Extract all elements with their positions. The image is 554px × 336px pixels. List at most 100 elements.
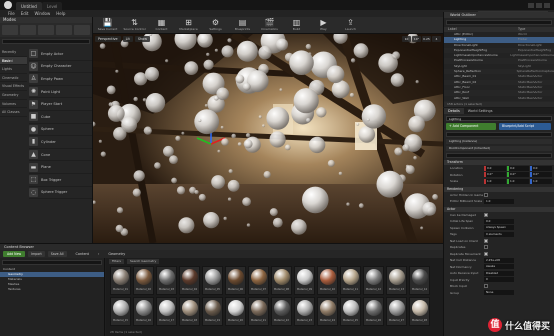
scene-sphere[interactable] bbox=[420, 226, 424, 230]
scene-sphere[interactable] bbox=[203, 212, 220, 229]
asset-tile[interactable]: Material_19 bbox=[202, 297, 223, 326]
scene-sphere[interactable] bbox=[366, 118, 370, 122]
scene-sphere[interactable] bbox=[145, 67, 159, 81]
vector-y-input[interactable]: 0.0° bbox=[507, 172, 529, 178]
scene-sphere[interactable] bbox=[413, 156, 417, 160]
toolbar-button[interactable]: ▥ Build bbox=[284, 17, 309, 33]
toolbar-button[interactable]: ⊞ Marketplace bbox=[176, 17, 201, 33]
asset-tile[interactable]: Material_06 bbox=[225, 266, 246, 295]
menu-window[interactable]: Window bbox=[34, 11, 50, 16]
scene-sphere[interactable] bbox=[291, 219, 307, 235]
scene-sphere[interactable] bbox=[405, 165, 415, 175]
asset-tile[interactable]: Material_14 bbox=[409, 266, 430, 295]
scene-sphere[interactable] bbox=[358, 126, 376, 143]
scene-sphere[interactable] bbox=[356, 122, 360, 126]
tab-details[interactable]: Details bbox=[444, 108, 464, 114]
folder-search-input[interactable] bbox=[2, 260, 102, 265]
level-viewport[interactable]: Perspective Lit Show 10 10° 0.25 4 bbox=[93, 34, 443, 243]
scene-sphere[interactable] bbox=[198, 193, 206, 201]
scene-sphere[interactable] bbox=[171, 177, 177, 184]
asset-tile[interactable]: Material_11 bbox=[340, 266, 361, 295]
toolbar-button[interactable]: 💾 Save Current bbox=[95, 17, 120, 33]
asset-tile[interactable]: Material_28 bbox=[409, 297, 430, 326]
scene-sphere[interactable] bbox=[169, 155, 178, 164]
scene-sphere[interactable] bbox=[175, 135, 181, 141]
asset-tile[interactable]: Material_21 bbox=[248, 297, 269, 326]
scene-sphere[interactable] bbox=[258, 45, 272, 60]
toolbar-button[interactable]: ⚙ Settings bbox=[203, 17, 228, 33]
property-checkbox[interactable] bbox=[484, 245, 488, 250]
scene-sphere[interactable] bbox=[392, 51, 400, 60]
scene-sphere[interactable] bbox=[279, 88, 283, 92]
menu-file[interactable]: File bbox=[8, 11, 15, 16]
scene-sphere[interactable] bbox=[108, 102, 113, 107]
actor-name-field[interactable]: Lighting bbox=[446, 116, 552, 121]
scene-sphere[interactable] bbox=[302, 186, 329, 214]
scene-sphere[interactable] bbox=[227, 179, 240, 192]
property-checkbox[interactable] bbox=[484, 284, 488, 289]
menu-edit[interactable]: Edit bbox=[21, 11, 29, 16]
scene-sphere[interactable] bbox=[194, 190, 199, 195]
scene-sphere[interactable] bbox=[376, 170, 404, 198]
modes-search-input[interactable] bbox=[2, 39, 90, 44]
scene-sphere[interactable] bbox=[154, 162, 161, 169]
scene-sphere[interactable] bbox=[245, 133, 251, 138]
scene-sphere[interactable] bbox=[326, 65, 345, 84]
scene-sphere[interactable] bbox=[349, 92, 355, 98]
scene-sphere[interactable] bbox=[432, 194, 438, 200]
vector-x-input[interactable]: 1.0 bbox=[484, 178, 506, 184]
scene-sphere[interactable] bbox=[408, 115, 425, 133]
scene-sphere[interactable] bbox=[242, 82, 251, 91]
place-mode-icon[interactable] bbox=[2, 25, 18, 35]
place-item[interactable]: ⬚ Box Trigger bbox=[29, 174, 92, 187]
asset-tile[interactable]: Material_09 bbox=[294, 266, 315, 295]
scene-sphere[interactable] bbox=[216, 87, 229, 101]
filters-button[interactable]: Filters bbox=[109, 258, 124, 264]
scene-sphere[interactable] bbox=[132, 188, 141, 197]
property-value-input[interactable]: Always Spawn bbox=[484, 225, 514, 231]
breadcrumb-leaf[interactable]: Geometry bbox=[108, 252, 125, 256]
asset-tile[interactable]: Material_13 bbox=[386, 266, 407, 295]
scene-sphere[interactable] bbox=[361, 104, 387, 129]
scene-sphere[interactable] bbox=[266, 106, 290, 130]
toolbar-button[interactable]: ▦ Content bbox=[149, 17, 174, 33]
asset-tile[interactable]: Material_23 bbox=[294, 297, 315, 326]
asset-tile[interactable]: Material_15 bbox=[110, 297, 131, 326]
menu-help[interactable]: Help bbox=[56, 11, 65, 16]
scene-sphere[interactable] bbox=[415, 80, 419, 84]
category-visual-effects[interactable]: Visual Effects bbox=[0, 82, 27, 91]
scene-sphere[interactable] bbox=[100, 151, 106, 157]
scene-sphere[interactable] bbox=[99, 43, 106, 49]
scene-sphere[interactable] bbox=[276, 38, 289, 51]
tab-secondary[interactable]: Level bbox=[41, 2, 63, 10]
asset-search-input[interactable]: Search Geometry bbox=[127, 258, 160, 264]
property-value-input[interactable]: 0.0 bbox=[484, 218, 514, 224]
scene-sphere[interactable] bbox=[237, 142, 242, 146]
toolbar-button[interactable]: ▤ Blueprints bbox=[230, 17, 255, 33]
scene-sphere[interactable] bbox=[338, 171, 343, 176]
asset-tile[interactable]: Material_12 bbox=[363, 266, 384, 295]
scene-sphere[interactable] bbox=[293, 88, 319, 114]
scale-snap-button[interactable]: 0.25 bbox=[422, 36, 431, 42]
landscape-mode-icon[interactable] bbox=[38, 25, 54, 35]
scene-sphere[interactable] bbox=[243, 139, 253, 149]
rotation-snap-button[interactable]: 10° bbox=[412, 36, 421, 42]
scene-sphere[interactable] bbox=[115, 69, 119, 73]
scene-sphere[interactable] bbox=[163, 145, 174, 157]
asset-tile[interactable]: Material_07 bbox=[248, 266, 269, 295]
scene-sphere[interactable] bbox=[115, 224, 124, 233]
camera-speed-button[interactable]: 4 bbox=[432, 36, 441, 42]
scene-sphere[interactable] bbox=[211, 175, 225, 189]
asset-tile[interactable]: Material_25 bbox=[340, 297, 361, 326]
toolbar-button[interactable]: 🎬 Cinematics bbox=[257, 17, 282, 33]
scene-sphere[interactable] bbox=[194, 109, 220, 135]
perspective-button[interactable]: Perspective bbox=[95, 36, 121, 42]
scene-sphere[interactable] bbox=[306, 118, 311, 123]
asset-tile[interactable]: Material_16 bbox=[133, 297, 154, 326]
folder-row[interactable]: Textures bbox=[0, 287, 104, 292]
scene-sphere[interactable] bbox=[269, 208, 278, 217]
scene-sphere[interactable] bbox=[269, 131, 286, 148]
save-all-button[interactable]: Save All bbox=[47, 251, 67, 257]
scene-sphere[interactable] bbox=[284, 144, 291, 151]
scene-sphere[interactable] bbox=[133, 170, 145, 182]
